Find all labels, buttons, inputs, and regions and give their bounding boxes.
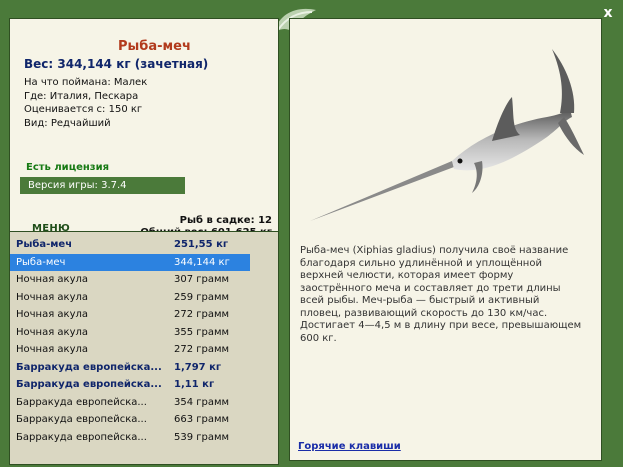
keepnet-count: Рыб в садке: 12 (179, 215, 272, 226)
catch-weight: 272 грамм (174, 344, 230, 355)
catch-row[interactable]: Барракуда европейска... 539 грамм (10, 429, 250, 446)
catch-row[interactable]: Барракуда европейска... 1,797 кг (10, 359, 250, 376)
catch-location: Где: Италия, Пескара (24, 90, 139, 102)
fish-title: Рыба-меч (118, 39, 191, 54)
app-window: x Рыба-меч Вес: 344,144 кг (зачетная) На… (0, 0, 623, 467)
catch-weight: 251,55 кг (174, 239, 229, 250)
catch-weight: 307 грамм (174, 274, 230, 285)
catch-row[interactable]: Ночная акула 259 грамм (10, 289, 250, 306)
catch-name: Рыба-меч (16, 256, 66, 268)
catch-weight: 272 грамм (174, 309, 230, 320)
catch-name: Ночная акула (16, 344, 89, 355)
swordfish-image (310, 49, 584, 221)
version-bar: Версия игры: 3.7.4 (20, 177, 185, 194)
catch-list: Рыба-меч 251,55 кг Рыба-меч 344,144 кг Ночна… (9, 231, 279, 465)
fish-details: На что поймана: Малек Где: Италия, Песка… (24, 76, 147, 130)
close-icon[interactable]: x (601, 6, 615, 20)
catch-weight: 355 грамм (174, 326, 230, 338)
catch-weight: 344,144 кг (174, 256, 230, 268)
catch-name: Ночная акула (16, 326, 89, 338)
catch-weight: 1,11 кг (174, 379, 215, 390)
catch-name: Барракуда европейска... (16, 396, 147, 408)
catch-name: Рыба-меч (16, 239, 73, 250)
fish-weight: Вес: 344,144 кг (зачетная) (24, 57, 209, 71)
hotkeys-link[interactable]: Горячие клавиши (298, 441, 401, 452)
catch-name: Барракуда европейска... (16, 414, 147, 425)
catch-name: Ночная акула (16, 309, 89, 320)
catch-row[interactable]: Барракуда европейска... 354 грамм (10, 394, 250, 411)
fish-description-panel: Рыба-меч (Xiphias gladius) получила своё… (289, 18, 602, 461)
catch-row[interactable]: Рыба-меч 344,144 кг (10, 253, 250, 271)
catch-row[interactable]: Барракуда европейска... 1,11 кг (10, 376, 250, 393)
catch-weight: 354 грамм (174, 396, 230, 408)
catch-weight: 663 грамм (174, 414, 230, 425)
catch-name: Ночная акула (16, 291, 89, 303)
catch-name: Барракуда европейска... (16, 431, 147, 443)
catch-row[interactable]: Ночная акула 272 грамм (10, 306, 250, 323)
catch-row[interactable]: Барракуда европейска... 663 грамм (10, 411, 250, 428)
catch-name: Барракуда европейска... (16, 379, 162, 390)
catch-row[interactable]: Ночная акула 307 грамм (10, 271, 250, 288)
catch-bait: На что поймана: Малек (24, 77, 148, 88)
catch-weight: 539 грамм (174, 431, 230, 443)
catch-rarity: Вид: Редчайший (24, 117, 111, 129)
license-status: Есть лицензия (26, 162, 110, 173)
catch-row[interactable]: Ночная акула 355 грамм (10, 324, 250, 341)
fish-description: Рыба-меч (Xiphias gladius) получила своё… (300, 245, 582, 344)
catch-name: Барракуда европейска... (16, 361, 162, 373)
catch-weight: 1,797 кг (174, 361, 222, 373)
catch-name: Ночная акула (16, 274, 89, 285)
catch-weight: 259 грамм (174, 291, 230, 303)
catch-valuation: Оценивается с: 150 кг (24, 104, 143, 115)
catch-row[interactable]: Ночная акула 272 грамм (10, 341, 250, 358)
fish-info-panel: Рыба-меч Вес: 344,144 кг (зачетная) На ч… (9, 18, 279, 238)
catch-row[interactable]: Рыба-меч 251,55 кг (10, 236, 250, 253)
